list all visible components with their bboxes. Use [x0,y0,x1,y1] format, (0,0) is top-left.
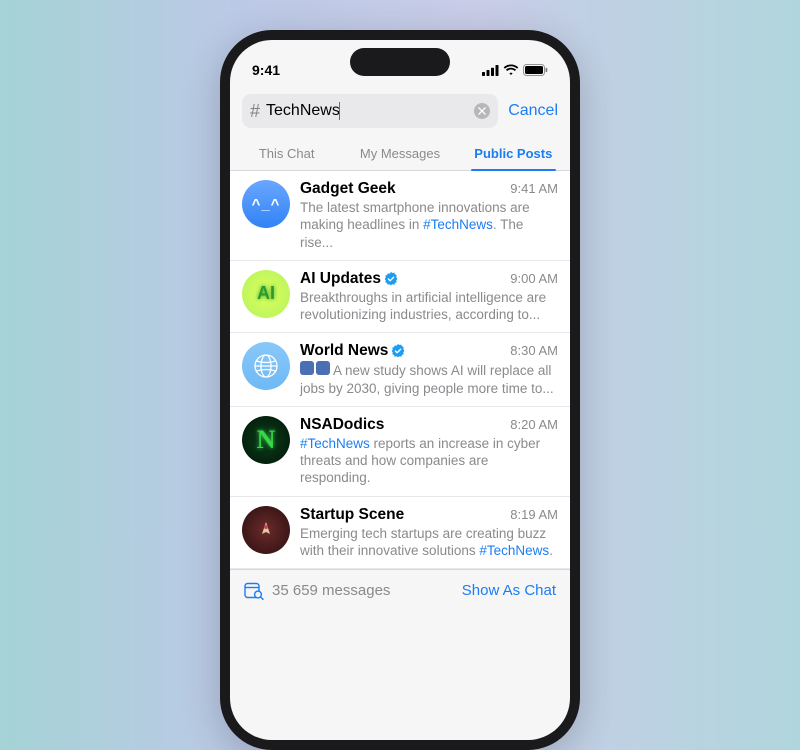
result-title: World News [300,342,405,360]
result-snippet: The latest smartphone innovations are ma… [300,199,558,251]
phone-frame: 9:41 # TechNews Cancel This ChatMy Messa… [220,30,580,750]
result-title: AI Updates [300,270,398,288]
battery-icon [523,64,548,76]
hashtag-icon: # [250,101,260,122]
tab-this-chat[interactable]: This Chat [230,138,343,170]
result-snippet: Breakthroughs in artificial intelligence… [300,289,558,324]
cellular-icon [482,65,499,76]
tab-my-messages[interactable]: My Messages [343,138,456,170]
list-item[interactable]: AI AI Updates 9:00 AM Breakthroughs in arti… [230,261,570,334]
result-time: 8:19 AM [510,507,558,522]
list-item[interactable]: ^_^ Gadget Geek 9:41 AM The latest smartpho… [230,171,570,261]
result-time: 9:00 AM [510,271,558,286]
status-indicators [482,64,548,76]
list-item[interactable]: N NSADodics 8:20 AM #TechNews reports an in… [230,407,570,497]
results-list: ^_^ Gadget Geek 9:41 AM The latest smartpho… [230,171,570,569]
result-time: 9:41 AM [510,181,558,196]
search-input[interactable]: # TechNews [242,94,498,128]
list-item[interactable]: World News 8:30 AM A new study shows AI wi… [230,333,570,407]
dynamic-island [350,48,450,76]
tab-public-posts[interactable]: Public Posts [457,138,570,170]
screen: 9:41 # TechNews Cancel This ChatMy Messa… [230,40,570,740]
avatar: AI [242,270,290,318]
result-snippet: A new study shows AI will replace all jo… [300,361,558,397]
calendar-search-icon [244,581,264,600]
result-time: 8:20 AM [510,417,558,432]
result-title: Startup Scene [300,506,404,524]
result-snippet: Emerging tech startups are creating buzz… [300,525,558,560]
result-title: NSADodics [300,416,384,434]
search-text: TechNews [266,102,468,120]
search-row: # TechNews Cancel [230,88,570,138]
message-count: 35 659 messages [244,581,390,600]
result-title: Gadget Geek [300,180,396,198]
wifi-icon [503,64,519,76]
status-time: 9:41 [252,62,280,78]
footer-bar: 35 659 messages Show As Chat [230,569,570,611]
avatar: N [242,416,290,464]
avatar [242,506,290,554]
result-snippet: #TechNews reports an increase in cyber t… [300,435,558,487]
avatar [242,342,290,390]
clear-icon[interactable] [474,103,490,119]
cancel-button[interactable]: Cancel [508,102,558,120]
avatar: ^_^ [242,180,290,228]
text-cursor [339,102,341,120]
show-as-chat-button[interactable]: Show As Chat [462,582,556,599]
tabs: This ChatMy MessagesPublic Posts [230,138,570,171]
result-time: 8:30 AM [510,343,558,358]
